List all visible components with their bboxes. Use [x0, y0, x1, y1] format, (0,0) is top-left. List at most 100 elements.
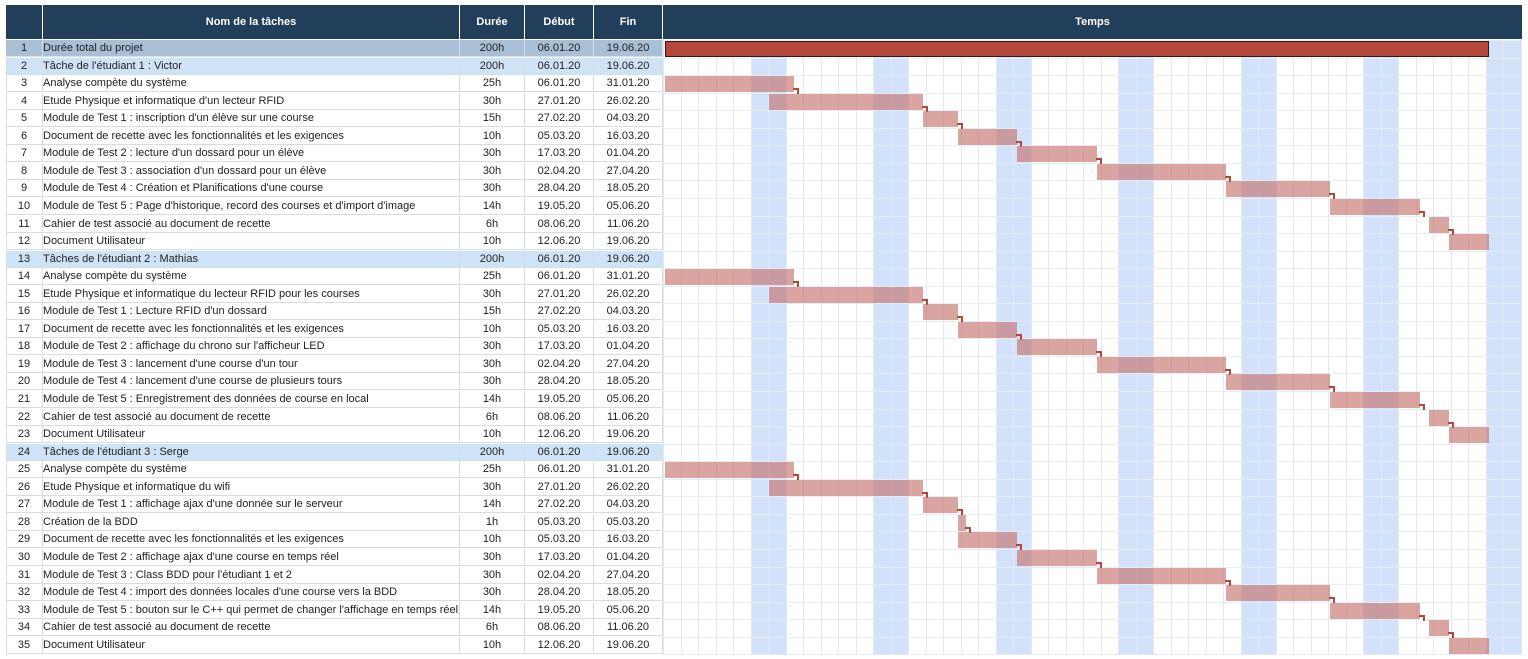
task-bar[interactable] — [1225, 374, 1331, 391]
start-date-cell[interactable]: 17.03.20 — [525, 338, 594, 356]
start-date-cell[interactable]: 06.01.20 — [525, 57, 594, 75]
task-bar[interactable] — [923, 111, 958, 128]
task-name-cell[interactable]: Module de Test 4 : lancement d'une cours… — [43, 373, 460, 391]
start-date-cell[interactable]: 08.06.20 — [525, 408, 594, 426]
row-number-cell[interactable]: 35 — [6, 636, 43, 654]
start-date-cell[interactable]: 02.04.20 — [525, 566, 594, 584]
task-bar[interactable] — [923, 497, 958, 514]
end-date-cell[interactable]: 19.06.20 — [594, 233, 663, 251]
end-date-cell[interactable]: 26.02.20 — [594, 478, 663, 496]
row-number-cell[interactable]: 21 — [6, 391, 43, 408]
end-date-cell[interactable]: 19.06.20 — [594, 250, 663, 268]
header-start[interactable]: Début — [525, 5, 594, 39]
row-number-cell[interactable]: 27 — [6, 496, 43, 514]
end-date-cell[interactable]: 11.06.20 — [594, 215, 663, 233]
duration-cell[interactable]: 200h — [460, 443, 525, 461]
row-number-cell[interactable]: 31 — [6, 566, 43, 584]
header-end[interactable]: Fin — [594, 5, 663, 39]
task-bar[interactable] — [665, 269, 795, 286]
task-bar[interactable] — [769, 479, 924, 496]
duration-cell[interactable]: 200h — [460, 40, 525, 57]
end-date-cell[interactable]: 05.06.20 — [594, 601, 663, 619]
student-summary-bar[interactable] — [665, 445, 1489, 461]
duration-cell[interactable]: 30h — [460, 566, 525, 584]
task-bar[interactable] — [665, 462, 795, 479]
start-date-cell[interactable]: 27.01.20 — [525, 92, 594, 110]
start-date-cell[interactable]: 19.05.20 — [525, 391, 594, 408]
row-number-cell[interactable]: 10 — [6, 197, 43, 215]
task-name-cell[interactable]: Module de Test 2 : lecture d'un dossard … — [43, 145, 460, 163]
task-name-cell[interactable]: Durée total du projet — [43, 40, 460, 57]
task-name-cell[interactable]: Document Utilisateur — [43, 233, 460, 251]
start-date-cell[interactable]: 27.02.20 — [525, 303, 594, 321]
start-date-cell[interactable]: 05.03.20 — [525, 320, 594, 338]
row-number-cell[interactable]: 28 — [6, 513, 43, 531]
start-date-cell[interactable]: 08.06.20 — [525, 619, 594, 637]
task-name-cell[interactable]: Cahier de test associé au document de re… — [43, 215, 460, 233]
start-date-cell[interactable]: 19.05.20 — [525, 197, 594, 215]
header-number-cell[interactable] — [6, 5, 43, 39]
task-name-cell[interactable]: Document Utilisateur — [43, 636, 460, 654]
end-date-cell[interactable]: 16.03.20 — [594, 320, 663, 338]
task-bar[interactable] — [1449, 234, 1489, 251]
duration-cell[interactable]: 200h — [460, 250, 525, 268]
duration-cell[interactable]: 10h — [460, 531, 525, 549]
task-name-cell[interactable]: Cahier de test associé au document de re… — [43, 408, 460, 426]
end-date-cell[interactable]: 18.05.20 — [594, 373, 663, 391]
task-name-cell[interactable]: Etude Physique et informatique du wifi — [43, 478, 460, 496]
task-bar[interactable] — [957, 321, 1018, 338]
row-number-cell[interactable]: 6 — [6, 127, 43, 145]
task-name-cell[interactable]: Analyse compète du système — [43, 268, 460, 286]
task-bar[interactable] — [1225, 181, 1331, 198]
row-number-cell[interactable]: 25 — [6, 461, 43, 479]
task-name-cell[interactable]: Etude Physique et informatique du lecteu… — [43, 285, 460, 303]
duration-cell[interactable]: 10h — [460, 426, 525, 444]
row-number-cell[interactable]: 3 — [6, 75, 43, 93]
start-date-cell[interactable]: 28.04.20 — [525, 584, 594, 602]
row-number-cell[interactable]: 11 — [6, 215, 43, 233]
start-date-cell[interactable]: 12.06.20 — [525, 636, 594, 654]
start-date-cell[interactable]: 28.04.20 — [525, 180, 594, 198]
start-date-cell[interactable]: 27.01.20 — [525, 478, 594, 496]
task-bar[interactable] — [957, 128, 1018, 145]
duration-cell[interactable]: 14h — [460, 496, 525, 514]
task-name-cell[interactable]: Cahier de test associé au document de re… — [43, 619, 460, 637]
duration-cell[interactable]: 200h — [460, 57, 525, 75]
task-bar[interactable] — [1096, 567, 1226, 584]
task-name-cell[interactable]: Tâches de l'étudiant 2 : Mathias — [43, 250, 460, 268]
start-date-cell[interactable]: 27.02.20 — [525, 110, 594, 128]
row-number-cell[interactable]: 32 — [6, 584, 43, 602]
duration-cell[interactable]: 10h — [460, 233, 525, 251]
task-bar[interactable] — [1449, 427, 1489, 444]
row-number-cell[interactable]: 34 — [6, 619, 43, 637]
row-number-cell[interactable]: 24 — [6, 443, 43, 461]
task-bar[interactable] — [1096, 163, 1226, 180]
duration-cell[interactable]: 30h — [460, 92, 525, 110]
row-number-cell[interactable]: 12 — [6, 233, 43, 251]
end-date-cell[interactable]: 19.06.20 — [594, 426, 663, 444]
end-date-cell[interactable]: 27.04.20 — [594, 355, 663, 373]
end-date-cell[interactable]: 04.03.20 — [594, 110, 663, 128]
start-date-cell[interactable]: 06.01.20 — [525, 443, 594, 461]
duration-cell[interactable]: 15h — [460, 110, 525, 128]
row-number-cell[interactable]: 7 — [6, 145, 43, 163]
start-date-cell[interactable]: 02.04.20 — [525, 162, 594, 180]
row-number-cell[interactable]: 15 — [6, 285, 43, 303]
start-date-cell[interactable]: 19.05.20 — [525, 601, 594, 619]
duration-cell[interactable]: 14h — [460, 601, 525, 619]
task-name-cell[interactable]: Module de Test 1 : inscription d'un élèv… — [43, 110, 460, 128]
start-date-cell[interactable]: 17.03.20 — [525, 548, 594, 566]
end-date-cell[interactable]: 19.06.20 — [594, 443, 663, 461]
start-date-cell[interactable]: 02.04.20 — [525, 355, 594, 373]
end-date-cell[interactable]: 31.01.20 — [594, 75, 663, 93]
end-date-cell[interactable]: 19.06.20 — [594, 40, 663, 57]
row-number-cell[interactable]: 29 — [6, 531, 43, 549]
row-number-cell[interactable]: 14 — [6, 268, 43, 286]
row-number-cell[interactable]: 2 — [6, 57, 43, 75]
duration-cell[interactable]: 14h — [460, 391, 525, 408]
end-date-cell[interactable]: 19.06.20 — [594, 636, 663, 654]
task-bar[interactable] — [1096, 356, 1226, 373]
duration-cell[interactable]: 30h — [460, 180, 525, 198]
task-bar[interactable] — [957, 532, 1018, 549]
duration-cell[interactable]: 10h — [460, 636, 525, 654]
